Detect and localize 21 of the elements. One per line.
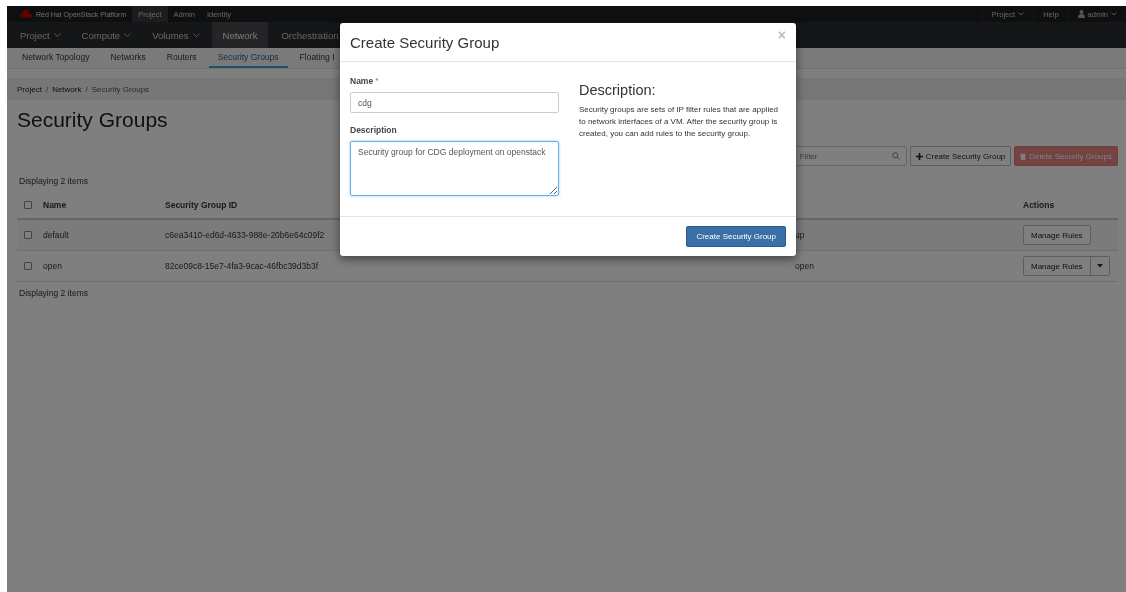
item-count: Displaying 2 items [19,288,89,298]
column-header: Security Group ID [165,200,238,210]
column-header: Actions [1023,200,1055,210]
modal-title: Create Security Group [350,33,500,51]
column-header: Name [43,200,67,210]
breadcrumb-item: Security Groups [91,84,150,94]
page-title: Security Groups [17,108,168,132]
table-cell: open [795,261,814,271]
table-cell: 82ce09c8-15e7-4fa3-9cac-46fbc39d3b3f [165,261,319,271]
field-label: Description [350,125,397,135]
table-cell: open [43,261,62,271]
item-count: Displaying 2 items [19,176,89,186]
breadcrumb-separator: / [45,84,49,94]
breadcrumb-separator: / [85,84,88,94]
table-cell: up [795,230,805,240]
table-cell: default [43,230,69,240]
help-heading: Description: [579,82,657,98]
help-text: Security groups are sets of IP filter rules that are applied to network interfaces of a VM. After the security group is created, you can add rules to the security group. [579,104,780,140]
required-mark: * [375,76,379,86]
table-cell: c6ea3410-ed6d-4633-988e-20b6e64c09f2 [165,230,325,240]
field-label: Name [350,76,374,86]
